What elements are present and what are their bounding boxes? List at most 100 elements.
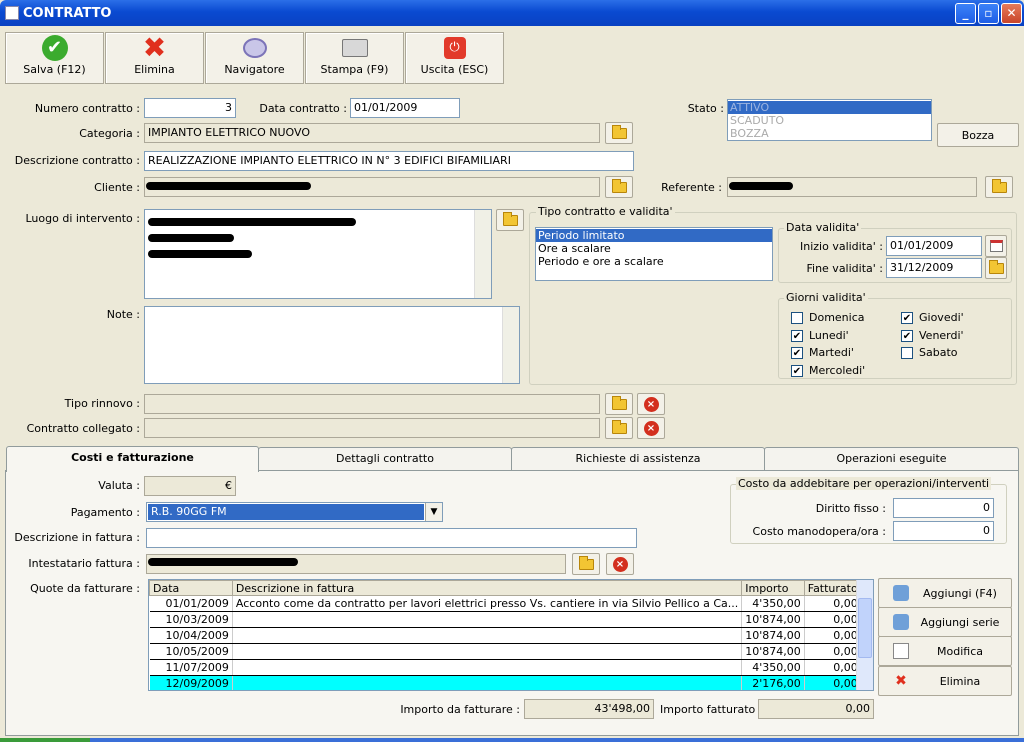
aggiungi-serie-button[interactable]: Aggiungi serie [878,607,1012,637]
delete-button[interactable]: ✖ Elimina [105,32,204,84]
contratto-collegato-field [144,418,600,438]
domenica-checkbox[interactable] [791,312,803,324]
close-button[interactable]: ✕ [1001,3,1022,24]
giovedi-label: Giovedi' [919,311,964,324]
tipo-option[interactable]: Periodo limitato [536,229,772,242]
inizio-validita-label: Inizio validita' : [799,240,883,253]
data-contratto-input[interactable]: 01/01/2009 [350,98,460,118]
descrizione-contratto-input[interactable]: REALIZZAZIONE IMPIANTO ELETTRICO IN N° 3… [144,151,634,171]
table-row[interactable]: 10/05/2009 10'874,00 0,00 [149,643,862,660]
inizio-validita-input[interactable]: 01/01/2009 [886,236,982,256]
table-row[interactable]: 11/07/2009 4'350,00 0,00 [149,659,862,676]
pagamento-label: Pagamento : [70,506,140,519]
cliente-browse-button[interactable] [605,176,633,198]
calendar-button[interactable] [985,235,1007,257]
minimize-button[interactable]: _ [955,3,976,24]
elimina-riga-button[interactable]: ✖ Elimina [878,666,1012,696]
tipo-contratto-list[interactable]: Periodo limitato Ore a scalare Periodo e… [535,227,773,281]
stato-option[interactable]: SCADUTO [728,114,931,127]
aggiungi-label: Aggiungi (F4) [923,586,997,600]
aggiungi-button[interactable]: Aggiungi (F4) [878,578,1012,608]
stato-list[interactable]: ATTIVO SCADUTO BOZZA [727,99,932,141]
tipo-option[interactable]: Periodo e ore a scalare [536,255,772,268]
cell-importo: 10'874,00 [741,611,805,628]
scrollbar[interactable] [502,307,519,383]
column-header[interactable]: Fatturato [803,580,862,596]
importo-fatturato-field: 0,00 [758,699,874,719]
contratto-collegato-clear-button[interactable]: × [637,417,665,439]
redacted-text [148,558,298,566]
column-header[interactable]: Importo [741,580,805,596]
luogo-browse-button[interactable] [496,209,524,231]
tab-operazioni-eseguite[interactable]: Operazioni eseguite [764,447,1019,471]
descrizione-fattura-input[interactable] [146,528,637,548]
tab-dettagli-contratto[interactable]: Dettagli contratto [258,447,512,471]
mercoledi-checkbox[interactable]: ✔ [791,365,803,377]
contratto-collegato-browse-button[interactable] [605,417,633,439]
table-row[interactable]: 10/04/2009 10'874,00 0,00 [149,627,862,644]
categoria-browse-button[interactable] [605,122,633,144]
table-scrollbar[interactable] [856,580,873,690]
navigator-button[interactable]: Navigatore [205,32,304,84]
tab-costi-fatturazione[interactable]: Costi e fatturazione [6,446,259,472]
check-icon: ✔ [41,35,68,61]
maximize-button[interactable]: ▫ [978,3,999,24]
martedi-checkbox[interactable]: ✔ [791,347,803,359]
modifica-button[interactable]: Modifica [878,636,1012,666]
scrollbar[interactable] [474,210,491,298]
giovedi-checkbox[interactable]: ✔ [901,312,913,324]
clear-icon: × [643,396,659,412]
redacted-text [148,218,356,226]
tab-richieste-assistenza[interactable]: Richieste di assistenza [511,447,765,471]
venerdi-label: Venerdi' [919,329,964,342]
pagamento-select[interactable]: R.B. 90GG FM ▼ [146,502,443,522]
table-row-selected[interactable]: 12/09/2009 2'176,00 0,00 [149,675,862,690]
quote-table[interactable]: Data Descrizione in fattura Importo Fatt… [148,579,874,691]
column-header[interactable]: Data [149,580,233,596]
db-add-icon [893,585,909,601]
stato-option[interactable]: BOZZA [728,127,931,140]
intestatario-browse-button[interactable] [572,553,600,575]
numero-contratto-input[interactable]: 3 [144,98,236,118]
cell-data: 12/09/2009 [149,675,233,690]
venerdi-checkbox[interactable]: ✔ [901,330,913,342]
window-title: CONTRATTO [23,5,112,21]
tipo-option[interactable]: Ore a scalare [536,242,772,255]
calendar-icon [989,240,1003,252]
delete-label: Elimina [134,63,175,76]
edit-icon [893,643,909,659]
exit-label: Uscita (ESC) [420,63,489,76]
print-button[interactable]: Stampa (F9) [305,32,404,84]
intestatario-clear-button[interactable]: × [606,553,634,575]
save-button[interactable]: ✔ Salva (F12) [5,32,104,84]
quote-fatturare-label: Quote da fatturare : [30,582,140,595]
fine-validita-input[interactable]: 31/12/2009 [886,258,982,278]
table-row[interactable]: 01/01/2009 Acconto come da contratto per … [149,595,862,612]
tipo-rinnovo-browse-button[interactable] [605,393,633,415]
costo-manodopera-input[interactable]: 0 [893,521,994,541]
exit-button[interactable]: ⏻ Uscita (ESC) [405,32,504,84]
luogo-intervento-label: Luogo di intervento : [25,212,140,225]
costo-addebitare-title: Costo da addebitare per operazioni/inter… [736,477,992,490]
referente-browse-button[interactable] [985,176,1013,198]
cell-importo: 10'874,00 [741,643,805,660]
lunedi-checkbox[interactable]: ✔ [791,330,803,342]
note-textarea[interactable] [144,306,520,384]
bozza-button[interactable]: Bozza [937,123,1019,147]
fine-validita-label: Fine validita' : [806,262,883,275]
app-icon [5,6,19,20]
chevron-down-icon[interactable]: ▼ [425,503,442,521]
categoria-label: Categoria : [79,127,140,140]
aggiungi-serie-label: Aggiungi serie [920,615,1000,629]
tipo-rinnovo-clear-button[interactable]: × [637,393,665,415]
cell-importo: 4'350,00 [741,659,805,676]
table-row[interactable]: 10/03/2009 10'874,00 0,00 [149,611,862,628]
scroll-thumb[interactable] [858,598,872,658]
diritto-fisso-input[interactable]: 0 [893,498,994,518]
stato-option[interactable]: ATTIVO [728,101,931,114]
sabato-checkbox[interactable] [901,347,913,359]
fine-browse-button[interactable] [985,257,1007,279]
folder-icon [611,419,627,434]
column-header[interactable]: Descrizione in fattura [231,580,743,596]
clear-icon: × [612,556,628,572]
